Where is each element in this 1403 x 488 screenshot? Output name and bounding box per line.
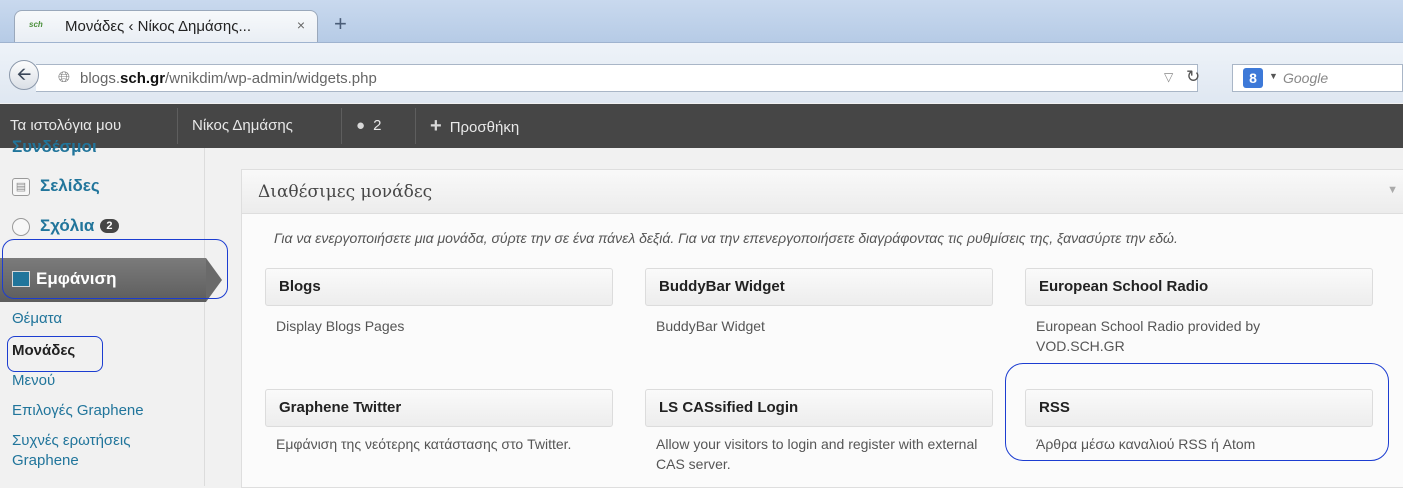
- widget-graphene-twitter[interactable]: Graphene Twitter: [265, 389, 613, 427]
- plus-icon: +: [430, 115, 442, 137]
- search-box[interactable]: 8 ▼ Google: [1232, 64, 1403, 92]
- appearance-icon: [12, 271, 30, 287]
- widget-ls-cassified-login[interactable]: LS CASsified Login: [645, 389, 993, 427]
- separator: [177, 108, 178, 144]
- chevron-down-icon[interactable]: ▼: [1269, 71, 1278, 81]
- browser-tab-bar: sch Μονάδες ‹ Νίκος Δημάσης... × +: [0, 0, 1403, 43]
- reload-icon[interactable]: ↻: [1186, 67, 1200, 87]
- widget-description: Εμφάνιση της νεότερης κατάστασης στο Twi…: [276, 436, 572, 452]
- search-engine-icon[interactable]: 8: [1243, 68, 1263, 88]
- submenu-widgets[interactable]: Μονάδες: [12, 342, 75, 359]
- comments-menu[interactable]: ● 2: [356, 104, 381, 148]
- speech-bubble-icon: ●: [356, 117, 366, 134]
- panel-header[interactable]: Διαθέσιμες μονάδες ▼: [242, 170, 1403, 214]
- globe-icon: 🌐︎: [58, 69, 71, 86]
- new-tab-button[interactable]: +: [334, 13, 347, 35]
- panel-title: Διαθέσιμες μονάδες: [258, 182, 433, 202]
- widget-description: BuddyBar Widget: [656, 318, 765, 334]
- history-dropdown-icon[interactable]: ▽: [1164, 70, 1173, 84]
- navigation-toolbar: 🌐︎ blogs.sch.gr/wnikdim/wp-admin/widgets…: [0, 43, 1403, 103]
- widget-description: Άρθρα μέσω καναλιού RSS ή Atom: [1036, 436, 1256, 452]
- sidebar-item-label: Εμφάνιση: [36, 269, 117, 288]
- admin-sidebar: Συνδέσμοι ▤ Σελίδες Σχόλια 2 Εμφάνιση Θέμ…: [0, 137, 222, 486]
- site-favicon-icon: sch: [29, 20, 43, 29]
- sidebar-item-appearance[interactable]: Εμφάνιση: [0, 258, 222, 302]
- widget-blogs[interactable]: Blogs: [265, 268, 613, 306]
- address-bar[interactable]: 🌐︎ blogs.sch.gr/wnikdim/wp-admin/widgets…: [36, 64, 1200, 92]
- comments-badge: 2: [100, 219, 119, 233]
- submenu-themes[interactable]: Θέματα: [12, 310, 62, 327]
- widget-description: Allow your visitors to login and registe…: [656, 436, 978, 472]
- comment-bubble-icon: [12, 218, 30, 236]
- widget-european-school-radio[interactable]: European School Radio: [1025, 268, 1373, 306]
- collapse-toggle-icon[interactable]: ▼: [1387, 184, 1398, 196]
- widget-description: European School Radio provided by VOD.SC…: [1036, 318, 1261, 354]
- sidebar-item-label: Σελίδες: [40, 176, 100, 195]
- submenu-graphene-faq-cont[interactable]: Graphene: [12, 452, 79, 469]
- sidebar-item-label: Σχόλια 2: [40, 216, 119, 236]
- sidebar-item-comments[interactable]: Σχόλια 2: [0, 210, 204, 246]
- new-content-label: Προσθήκη: [449, 119, 520, 136]
- site-name-menu[interactable]: Νίκος Δημάσης: [192, 104, 293, 148]
- widget-rss[interactable]: RSS: [1025, 389, 1373, 427]
- new-content-menu[interactable]: + Προσθήκη: [430, 104, 519, 148]
- submenu-menus[interactable]: Μενού: [12, 372, 55, 389]
- url-text: blogs.sch.gr/wnikdim/wp-admin/widgets.ph…: [80, 70, 377, 87]
- sidebar-item-pages[interactable]: ▤ Σελίδες: [0, 170, 204, 206]
- separator: [415, 108, 416, 144]
- back-arrow-icon: 🡨: [16, 64, 32, 84]
- sidebar-item-links-partial[interactable]: Συνδέσμοι: [12, 137, 97, 157]
- widget-buddybar[interactable]: BuddyBar Widget: [645, 268, 993, 306]
- back-button[interactable]: 🡨: [9, 60, 39, 90]
- wp-admin-bar: Τα ιστολόγια μου Νίκος Δημάσης ● 2 + Προσθ…: [0, 104, 1403, 148]
- browser-tab[interactable]: sch Μονάδες ‹ Νίκος Δημάσης... ×: [14, 10, 318, 42]
- comments-count: 2: [373, 117, 382, 134]
- widget-description: Display Blogs Pages: [276, 318, 405, 334]
- submenu-graphene-faq[interactable]: Συχνές ερωτήσεις: [12, 432, 130, 449]
- tab-close-icon[interactable]: ×: [297, 17, 305, 33]
- separator: [341, 108, 342, 144]
- tab-title: Μονάδες ‹ Νίκος Δημάσης...: [65, 18, 252, 35]
- search-placeholder: Google: [1283, 70, 1329, 86]
- submenu-graphene-options[interactable]: Επιλογές Graphene: [12, 402, 144, 419]
- panel-description: Για να ενεργοποιήσετε μια μονάδα, σύρτε …: [274, 230, 1178, 246]
- pages-icon: ▤: [12, 178, 30, 196]
